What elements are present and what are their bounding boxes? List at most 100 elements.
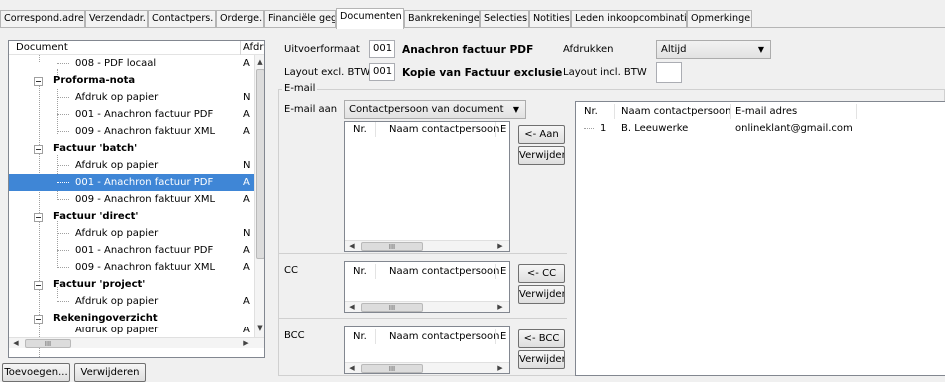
tree-item[interactable]: Afdruk op papier N — [9, 225, 254, 242]
tree-item[interactable]: 009 - Anachron faktuur XML A — [9, 123, 254, 140]
remove-document-button[interactable]: Verwijderen — [74, 363, 146, 382]
tree-item[interactable]: 009 - Anachron faktuur XML A — [9, 191, 254, 208]
email-aan-list[interactable]: Nr. Naam contactpersoon E ◀ III ▶ — [344, 121, 510, 252]
scroll-right-icon[interactable]: ▶ — [495, 241, 505, 251]
scroll-left-icon[interactable]: ◀ — [11, 338, 21, 348]
column-header-naam[interactable]: Naam contactpersoon — [389, 122, 499, 137]
scroll-left-icon[interactable]: ◀ — [347, 302, 357, 312]
column-header-nr[interactable]: Nr. — [353, 264, 367, 279]
scroll-left-icon[interactable]: ◀ — [347, 363, 357, 373]
tab-financiele-gegevens[interactable]: Financiële geg. — [264, 10, 336, 27]
column-header-email[interactable]: E — [500, 329, 506, 344]
tree-item-label: 009 - Anachron faktuur XML — [75, 194, 216, 205]
tree-vertical-scrollbar[interactable]: ▲ ▼ — [254, 55, 264, 337]
tree-item-label: 009 - Anachron faktuur XML — [75, 262, 216, 273]
collapse-icon[interactable] — [34, 213, 43, 222]
tree-item-label: 001 - Anachron factuur PDF — [75, 245, 214, 256]
tab-documenten[interactable]: Documenten — [336, 8, 404, 29]
tree-group-label: Factuur 'project' — [53, 279, 146, 290]
column-separator — [495, 264, 496, 279]
collapse-icon[interactable] — [34, 77, 43, 86]
horizontal-scrollbar[interactable]: ◀ III ▶ — [345, 240, 509, 251]
column-header-email[interactable]: E — [500, 264, 506, 279]
add-to-bcc-button[interactable]: <- BCC — [518, 329, 565, 348]
column-header-nr[interactable]: Nr. — [584, 104, 598, 119]
tree-group[interactable]: Proforma-nota — [9, 72, 254, 89]
contact-row[interactable]: 1 B. Leeuwerke onlineklant@gmail.com — [576, 121, 944, 136]
add-document-button[interactable]: Toevoegen... — [2, 363, 70, 382]
tree-item[interactable]: 001 - Anachron factuur PDF A — [9, 242, 254, 259]
column-header-naam[interactable]: Naam contactpersoon — [389, 329, 499, 344]
email-bcc-list[interactable]: Nr. Naam contactpersoon E ◀ III ▶ — [344, 326, 510, 374]
tree-item[interactable]: 009 - Anachron faktuur XML A — [9, 259, 254, 276]
tree-header: Document Afdru — [9, 41, 264, 55]
afdrukken-label: Afdrukken — [563, 44, 614, 55]
tab-verzendadres[interactable]: Verzendadr. — [85, 10, 148, 27]
tree-horizontal-scrollbar[interactable]: ◀ III ▶ — [9, 337, 264, 348]
scroll-right-icon[interactable]: ▶ — [495, 363, 505, 373]
tab-leden-inkoopcombinatie[interactable]: Leden inkoopcombinatie — [571, 10, 687, 27]
column-header-email-adres[interactable]: E-mail adres — [735, 104, 797, 119]
tree-item-label: 001 - Anachron factuur PDF — [75, 109, 214, 120]
column-header-naam[interactable]: Naam contactpersoon — [621, 104, 731, 119]
tab-correspondentieadres[interactable]: Correspond.adres — [0, 10, 85, 27]
tree-group[interactable]: Factuur 'project' — [9, 276, 254, 293]
column-header-email[interactable]: E — [500, 122, 506, 137]
tree-item[interactable]: Afdruk op papier A — [9, 327, 254, 337]
scrollbar-thumb[interactable]: III — [361, 242, 423, 251]
collapse-icon[interactable] — [34, 281, 43, 290]
horizontal-scrollbar[interactable]: ◀ III ▶ — [345, 362, 509, 373]
tree-item[interactable]: Afdruk op papier N — [9, 89, 254, 106]
scroll-down-icon[interactable]: ▼ — [255, 323, 264, 333]
bcc-label: BCC — [284, 330, 305, 341]
add-to-aan-button[interactable]: <- Aan — [518, 125, 565, 144]
tab-selecties[interactable]: Selecties — [480, 10, 529, 27]
scrollbar-thumb[interactable]: III — [25, 339, 71, 348]
tree-group[interactable]: Factuur 'batch' — [9, 140, 254, 157]
collapse-icon[interactable] — [34, 145, 43, 154]
contact-nr: 1 — [600, 123, 607, 134]
column-header-nr[interactable]: Nr. — [353, 329, 367, 344]
tab-contactpersonen[interactable]: Contactpers. — [148, 10, 216, 27]
horizontal-scrollbar[interactable]: ◀ III ▶ — [345, 301, 509, 312]
layout-incl-btw-label: Layout incl. BTW — [563, 67, 647, 78]
verwijder-bcc-button[interactable]: Verwijder — [518, 350, 565, 369]
tree-item-selected[interactable]: 001 - Anachron factuur PDF A — [9, 174, 254, 191]
verwijder-cc-button[interactable]: Verwijder — [518, 285, 565, 304]
email-aan-select[interactable]: Contactpersoon van document ▼ — [344, 100, 526, 119]
tree-item[interactable]: 008 - PDF locaal A — [9, 55, 254, 72]
column-header-naam[interactable]: Naam contactpersoon — [389, 264, 499, 279]
tree-line — [57, 233, 69, 234]
document-tree[interactable]: Document Afdru 008 - PDF locaal A Profor… — [8, 40, 265, 358]
layout-excl-btw-field[interactable]: 001 — [369, 63, 395, 81]
column-header-document[interactable]: Document — [16, 41, 68, 54]
scrollbar-thumb[interactable] — [256, 69, 264, 259]
scrollbar-thumb[interactable]: III — [361, 303, 423, 312]
contacts-list[interactable]: Nr. Naam contactpersoon E-mail adres 1 B… — [575, 101, 945, 376]
column-header-nr[interactable]: Nr. — [353, 122, 367, 137]
scroll-left-icon[interactable]: ◀ — [347, 241, 357, 251]
layout-incl-btw-field[interactable] — [656, 62, 682, 83]
tab-opmerkingen[interactable]: Opmerkingen — [687, 10, 752, 27]
scroll-right-icon[interactable]: ▶ — [241, 338, 251, 348]
email-cc-list[interactable]: Nr. Naam contactpersoon E ◀ III ▶ — [344, 261, 510, 313]
scroll-right-icon[interactable]: ▶ — [495, 302, 505, 312]
tree-item-value: N — [243, 92, 251, 103]
tab-bankrekeningen[interactable]: Bankrekeningen — [404, 10, 480, 27]
tree-item[interactable]: 001 - Anachron factuur PDF A — [9, 106, 254, 123]
scrollbar-thumb[interactable]: III — [361, 364, 423, 373]
scroll-up-icon[interactable]: ▲ — [255, 57, 264, 67]
collapse-icon[interactable] — [34, 315, 43, 324]
column-header-afdrukken[interactable]: Afdru — [243, 41, 264, 54]
afdrukken-select[interactable]: Altijd ▼ — [656, 40, 771, 59]
tree-item[interactable]: Afdruk op papier A — [9, 293, 254, 310]
tree-group[interactable]: Rekeningoverzicht — [9, 310, 254, 327]
uitvoerformaat-field[interactable]: 001 — [369, 40, 395, 58]
tab-ordergegevens[interactable]: Orderge. — [216, 10, 264, 27]
tree-item[interactable]: Afdruk op papier N — [9, 157, 254, 174]
tree-group[interactable]: Factuur 'direct' — [9, 208, 254, 225]
tree-item-value: A — [243, 109, 250, 120]
add-to-cc-button[interactable]: <- CC — [518, 264, 565, 283]
tab-notities[interactable]: Notities — [529, 10, 571, 27]
verwijder-aan-button[interactable]: Verwijder — [518, 146, 565, 165]
